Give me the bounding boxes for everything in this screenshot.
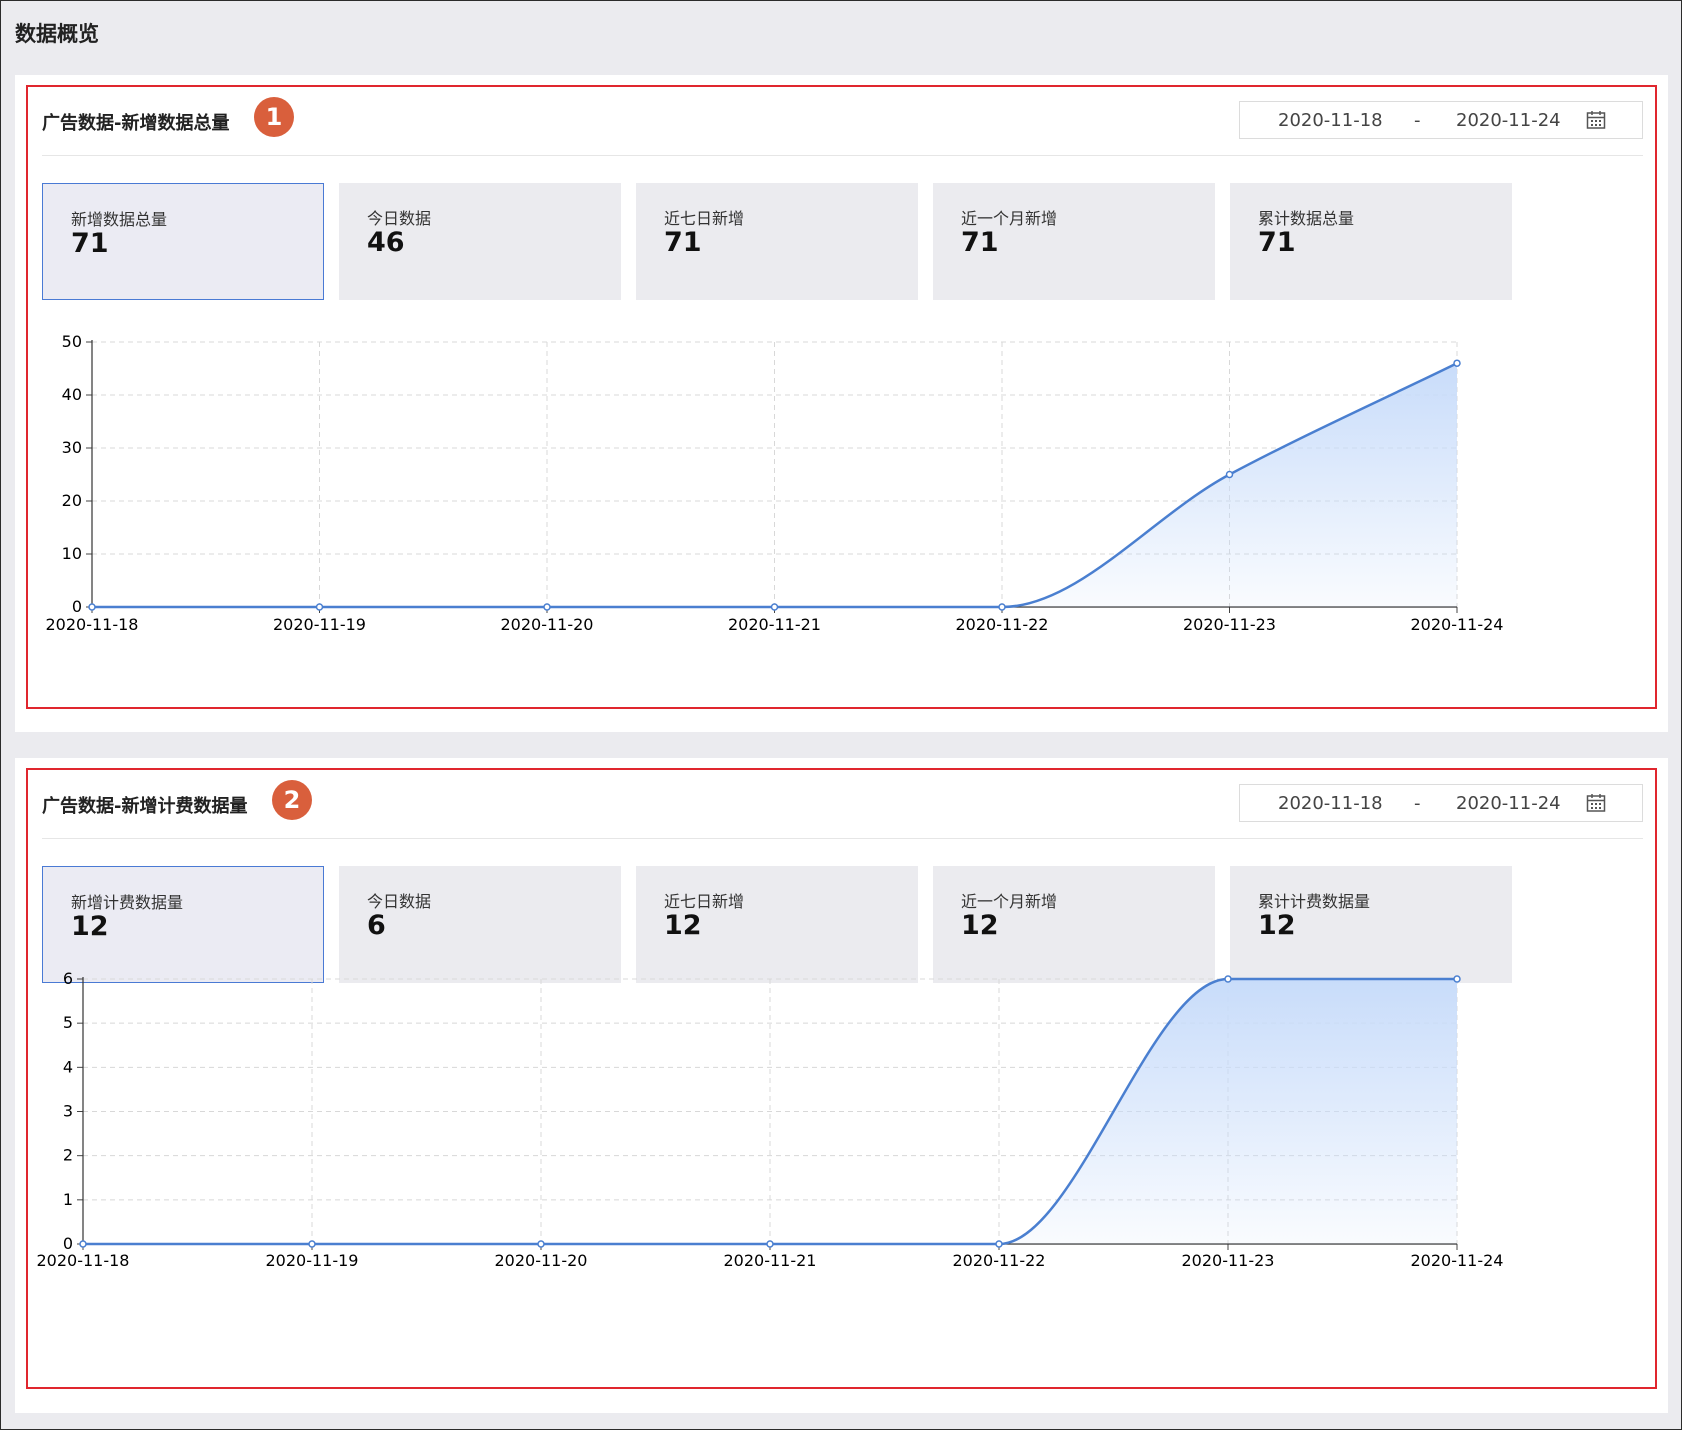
data-point bbox=[998, 603, 1006, 611]
data-point bbox=[315, 603, 324, 611]
data-point bbox=[1453, 975, 1461, 983]
data-point bbox=[1225, 470, 1234, 479]
panel-new-billing-data: 广告数据-新增计费数据量 2 2020-11-18 - 2020-11-24 新… bbox=[15, 758, 1668, 1413]
y-tick-label: 0 bbox=[72, 597, 82, 616]
y-tick-label: 5 bbox=[63, 1013, 73, 1032]
data-point bbox=[79, 1240, 87, 1248]
page-title: 数据概览 bbox=[15, 22, 99, 46]
y-tick-label: 40 bbox=[62, 385, 82, 404]
data-point bbox=[1224, 975, 1232, 983]
data-point bbox=[537, 1240, 545, 1248]
data-point bbox=[770, 603, 779, 611]
x-tick-label: 2020-11-20 bbox=[501, 615, 594, 634]
panel-new-data-total: 广告数据-新增数据总量 1 2020-11-18 - 2020-11-24 新增… bbox=[15, 75, 1668, 732]
x-tick-label: 2020-11-19 bbox=[273, 615, 366, 634]
x-tick-label: 2020-11-18 bbox=[46, 615, 139, 634]
x-tick-label: 2020-11-21 bbox=[724, 1251, 817, 1270]
data-point bbox=[995, 1240, 1003, 1248]
y-tick-label: 30 bbox=[62, 438, 82, 457]
y-tick-label: 3 bbox=[63, 1102, 73, 1121]
data-point bbox=[1453, 359, 1461, 367]
line-chart-new-billing-data: 01234562020-11-18 2020-11-19 2020-11-20 202… bbox=[37, 969, 1504, 1270]
x-tick-label: 2020-11-22 bbox=[953, 1251, 1046, 1270]
y-tick-label: 50 bbox=[62, 332, 82, 351]
data-point bbox=[543, 603, 551, 611]
x-tick-label: 2020-11-24 bbox=[1411, 615, 1504, 634]
y-tick-label: 2 bbox=[63, 1146, 73, 1165]
x-tick-label: 2020-11-19 bbox=[266, 1251, 359, 1270]
x-tick-label: 2020-11-22 bbox=[956, 615, 1049, 634]
x-tick-label: 2020-11-20 bbox=[495, 1251, 588, 1270]
y-tick-label: 6 bbox=[63, 969, 73, 988]
data-point bbox=[766, 1240, 774, 1248]
y-tick-label: 10 bbox=[62, 544, 82, 563]
x-tick-label: 2020-11-23 bbox=[1182, 1251, 1275, 1270]
data-point bbox=[308, 1240, 316, 1248]
data-point bbox=[88, 603, 96, 611]
y-tick-label: 4 bbox=[63, 1057, 73, 1076]
y-tick-label: 20 bbox=[62, 491, 82, 510]
x-tick-label: 2020-11-23 bbox=[1183, 615, 1276, 634]
x-tick-label: 2020-11-21 bbox=[728, 615, 821, 634]
line-chart-new-data: 0 10 20 30 40 50 2020-11-18 2020-11-19 2020-11-2… bbox=[46, 332, 1504, 634]
y-tick-label: 1 bbox=[63, 1190, 73, 1209]
x-tick-label: 2020-11-18 bbox=[37, 1251, 130, 1270]
x-tick-label: 2020-11-24 bbox=[1411, 1251, 1504, 1270]
